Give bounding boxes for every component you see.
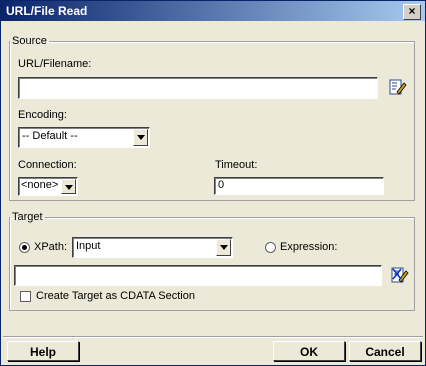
- connection-select[interactable]: <none>: [18, 177, 78, 196]
- button-separator: [3, 336, 423, 338]
- xpath-radio[interactable]: [19, 242, 30, 253]
- chevron-down-icon[interactable]: [216, 239, 231, 256]
- close-icon: ×: [408, 4, 416, 18]
- xpath-label: XPath:: [34, 241, 68, 253]
- xpath-select[interactable]: Input: [72, 237, 233, 258]
- cdata-checkbox[interactable]: [20, 291, 31, 302]
- encoding-label: Encoding:: [18, 109, 67, 121]
- dialog-title: URL/File Read: [6, 4, 88, 18]
- timeout-label: Timeout:: [215, 159, 258, 171]
- target-input[interactable]: [14, 265, 382, 286]
- url-file-read-dialog: URL/File Read × Source URL/Filename: Enc…: [0, 0, 426, 366]
- encoding-select[interactable]: -- Default --: [18, 127, 150, 148]
- cancel-button[interactable]: Cancel: [349, 341, 421, 361]
- chevron-down-icon[interactable]: [133, 129, 148, 146]
- cdata-label: Create Target as CDATA Section: [36, 290, 195, 302]
- url-filename-label: URL/Filename:: [18, 58, 92, 70]
- expression-radio[interactable]: [265, 242, 276, 253]
- help-button[interactable]: Help: [7, 341, 79, 361]
- connection-label: Connection:: [18, 159, 77, 171]
- expression-label: Expression:: [280, 241, 338, 253]
- timeout-input[interactable]: 0: [214, 177, 384, 195]
- title-bar: URL/File Read ×: [1, 1, 425, 21]
- target-legend: Target: [12, 211, 43, 223]
- source-legend: Source: [12, 35, 47, 47]
- chevron-down-icon[interactable]: [61, 179, 76, 194]
- edit-clear-icon[interactable]: [391, 266, 409, 284]
- ok-button[interactable]: OK: [273, 341, 345, 361]
- close-button[interactable]: ×: [403, 4, 421, 20]
- url-filename-input[interactable]: [18, 77, 378, 99]
- edit-icon[interactable]: [389, 78, 407, 96]
